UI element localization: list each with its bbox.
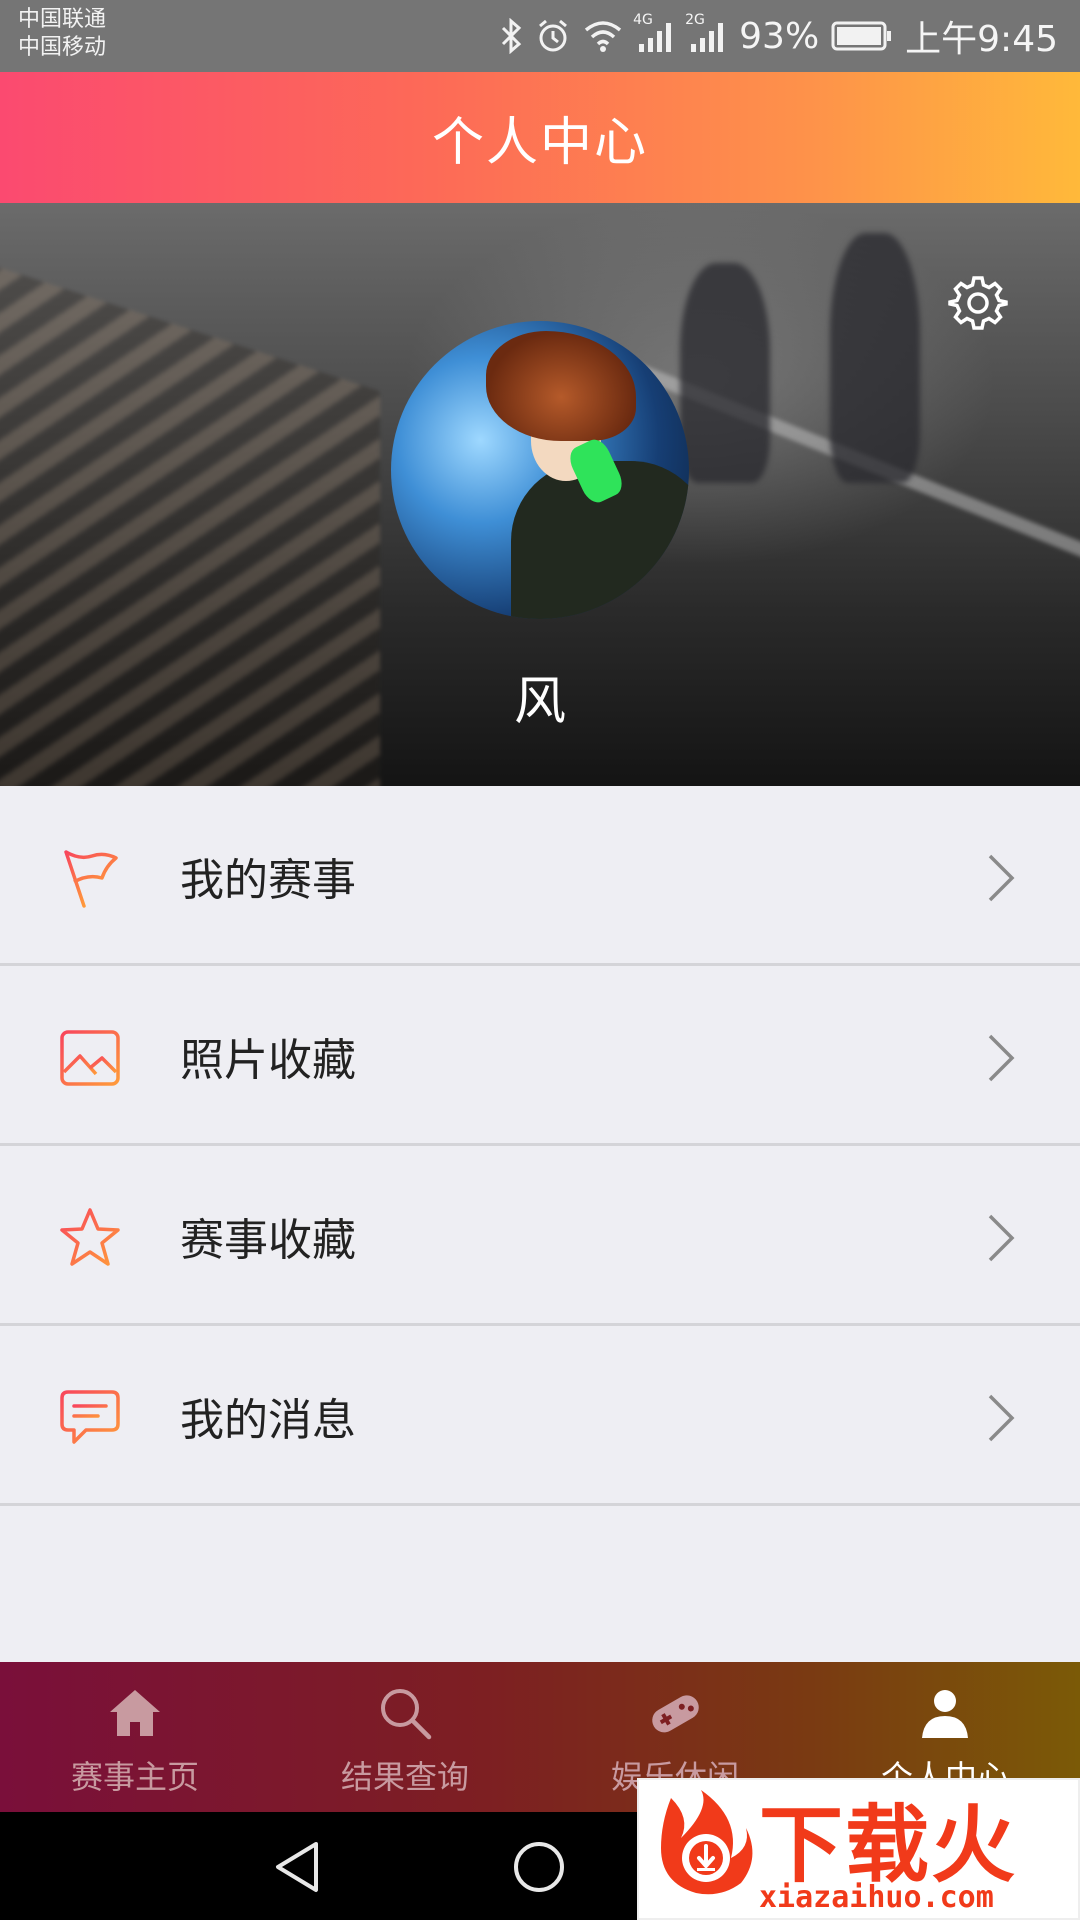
gear-icon[interactable] (948, 273, 1008, 333)
bluetooth-icon (499, 18, 523, 54)
wifi-icon (583, 18, 623, 54)
image-icon (58, 1026, 122, 1090)
chevron-right-icon (984, 852, 1018, 904)
network-type-2: 2G (685, 12, 705, 28)
gamepad-icon (646, 1684, 704, 1742)
menu-item-my-events[interactable]: 我的赛事 (0, 786, 1080, 966)
flag-icon (58, 846, 122, 910)
menu-item-my-messages[interactable]: 我的消息 (0, 1326, 1080, 1506)
avatar-art-hair (486, 331, 636, 441)
chevron-right-icon (984, 1392, 1018, 1444)
username: 风 (513, 672, 566, 732)
battery-percent: 93% (739, 15, 820, 57)
watermark: 下载火 xiazaihuo.com (637, 1778, 1080, 1920)
search-icon (376, 1684, 434, 1742)
avatar[interactable] (391, 321, 689, 619)
page-title: 个人中心 (431, 113, 648, 173)
signal-icon: 4G (633, 12, 675, 54)
star-icon (58, 1206, 122, 1270)
menu-item-label: 我的消息 (180, 1395, 356, 1446)
fire-logo-icon (651, 1788, 761, 1898)
profile-banner: 风 (0, 203, 1080, 786)
alarm-icon (535, 18, 571, 54)
menu-item-label: 赛事收藏 (180, 1215, 356, 1266)
menu-list: 我的赛事 照片收藏 赛事收藏 我的消息 (0, 786, 1080, 1506)
carrier-1: 中国联通 (18, 7, 107, 32)
status-icons: 4G 2G 93% 上午9:45 (499, 0, 1058, 72)
carrier-2: 中国移动 (18, 35, 107, 60)
tab-label: 赛事主页 (70, 1758, 199, 1796)
menu-item-label: 我的赛事 (180, 855, 356, 906)
status-bar: 中国联通 中国移动 4G 2G 93% 上午9:45 (0, 0, 1080, 72)
app-header: 个人中心 (0, 72, 1080, 203)
background-runner (680, 263, 770, 483)
signal-icon-2: 2G (685, 12, 727, 54)
menu-item-label: 照片收藏 (180, 1035, 356, 1086)
user-icon (916, 1684, 974, 1742)
menu-item-event-favorites[interactable]: 赛事收藏 (0, 1146, 1080, 1326)
message-icon (58, 1386, 122, 1450)
tab-event-home[interactable]: 赛事主页 (0, 1662, 270, 1812)
clock: 上午9:45 (905, 19, 1058, 60)
home-circle-icon[interactable] (512, 1840, 566, 1898)
home-icon (106, 1684, 164, 1742)
battery-icon (831, 20, 893, 52)
chevron-right-icon (984, 1212, 1018, 1264)
tab-label: 结果查询 (340, 1758, 469, 1796)
watermark-url: xiazaihuo.com (759, 1880, 994, 1915)
network-type-1: 4G (633, 12, 653, 28)
tab-result-search[interactable]: 结果查询 (270, 1662, 540, 1812)
chevron-right-icon (984, 1032, 1018, 1084)
background-runner (830, 233, 920, 483)
menu-item-photo-favorites[interactable]: 照片收藏 (0, 966, 1080, 1146)
back-icon[interactable] (272, 1840, 322, 1898)
carrier-info: 中国联通 中国移动 (18, 6, 106, 62)
